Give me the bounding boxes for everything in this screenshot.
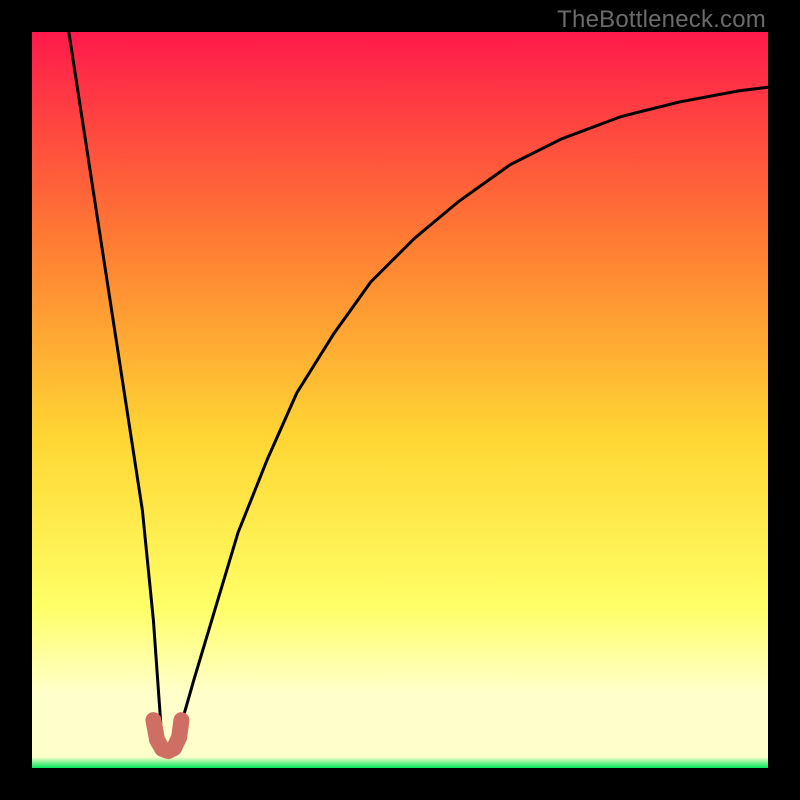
gradient-background <box>32 32 768 768</box>
chart-svg <box>32 32 768 768</box>
chart-frame <box>32 32 768 768</box>
watermark-label: TheBottleneck.com <box>557 6 766 34</box>
